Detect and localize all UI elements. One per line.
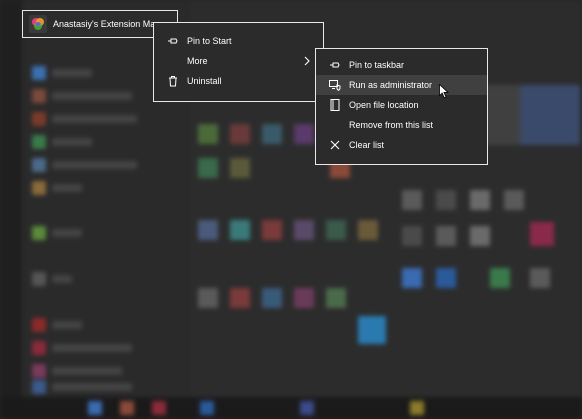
submenu-item-clear-list[interactable]: Clear list bbox=[316, 135, 487, 155]
pin-icon bbox=[329, 59, 341, 71]
start-menu-rail bbox=[0, 0, 22, 419]
file-location-icon bbox=[329, 99, 341, 111]
menu-item-pin-to-start[interactable]: Pin to Start bbox=[154, 31, 323, 51]
submenu-item-label: Open file location bbox=[349, 100, 419, 110]
submenu-item-open-file-location[interactable]: Open file location bbox=[316, 95, 487, 115]
submenu-item-label: Clear list bbox=[349, 140, 385, 150]
submenu-item-pin-to-taskbar[interactable]: Pin to taskbar bbox=[316, 55, 487, 75]
chevron-right-icon bbox=[303, 56, 311, 68]
menu-item-label: Uninstall bbox=[187, 76, 222, 86]
submenu-item-label: Remove from this list bbox=[349, 120, 434, 130]
context-menu: Pin to Start More Uninstall bbox=[153, 22, 324, 102]
trash-icon bbox=[167, 75, 179, 87]
menu-item-more[interactable]: More bbox=[154, 51, 323, 71]
menu-item-uninstall[interactable]: Uninstall bbox=[154, 71, 323, 91]
submenu-item-run-as-administrator[interactable]: Run as administrator bbox=[316, 75, 487, 95]
more-submenu: Pin to taskbar Run as administrator Open… bbox=[315, 48, 488, 165]
taskbar-blurred bbox=[0, 397, 582, 419]
menu-item-label: Pin to Start bbox=[187, 36, 232, 46]
run-as-admin-icon bbox=[329, 79, 341, 91]
pin-icon bbox=[167, 35, 179, 47]
close-icon bbox=[329, 139, 341, 151]
submenu-item-remove-from-list[interactable]: Remove from this list bbox=[316, 115, 487, 135]
mouse-cursor-icon bbox=[439, 83, 450, 103]
submenu-item-label: Pin to taskbar bbox=[349, 60, 405, 70]
menu-item-label: More bbox=[187, 56, 208, 66]
extension-manager-icon bbox=[29, 15, 47, 33]
submenu-item-label: Run as administrator bbox=[349, 80, 433, 90]
